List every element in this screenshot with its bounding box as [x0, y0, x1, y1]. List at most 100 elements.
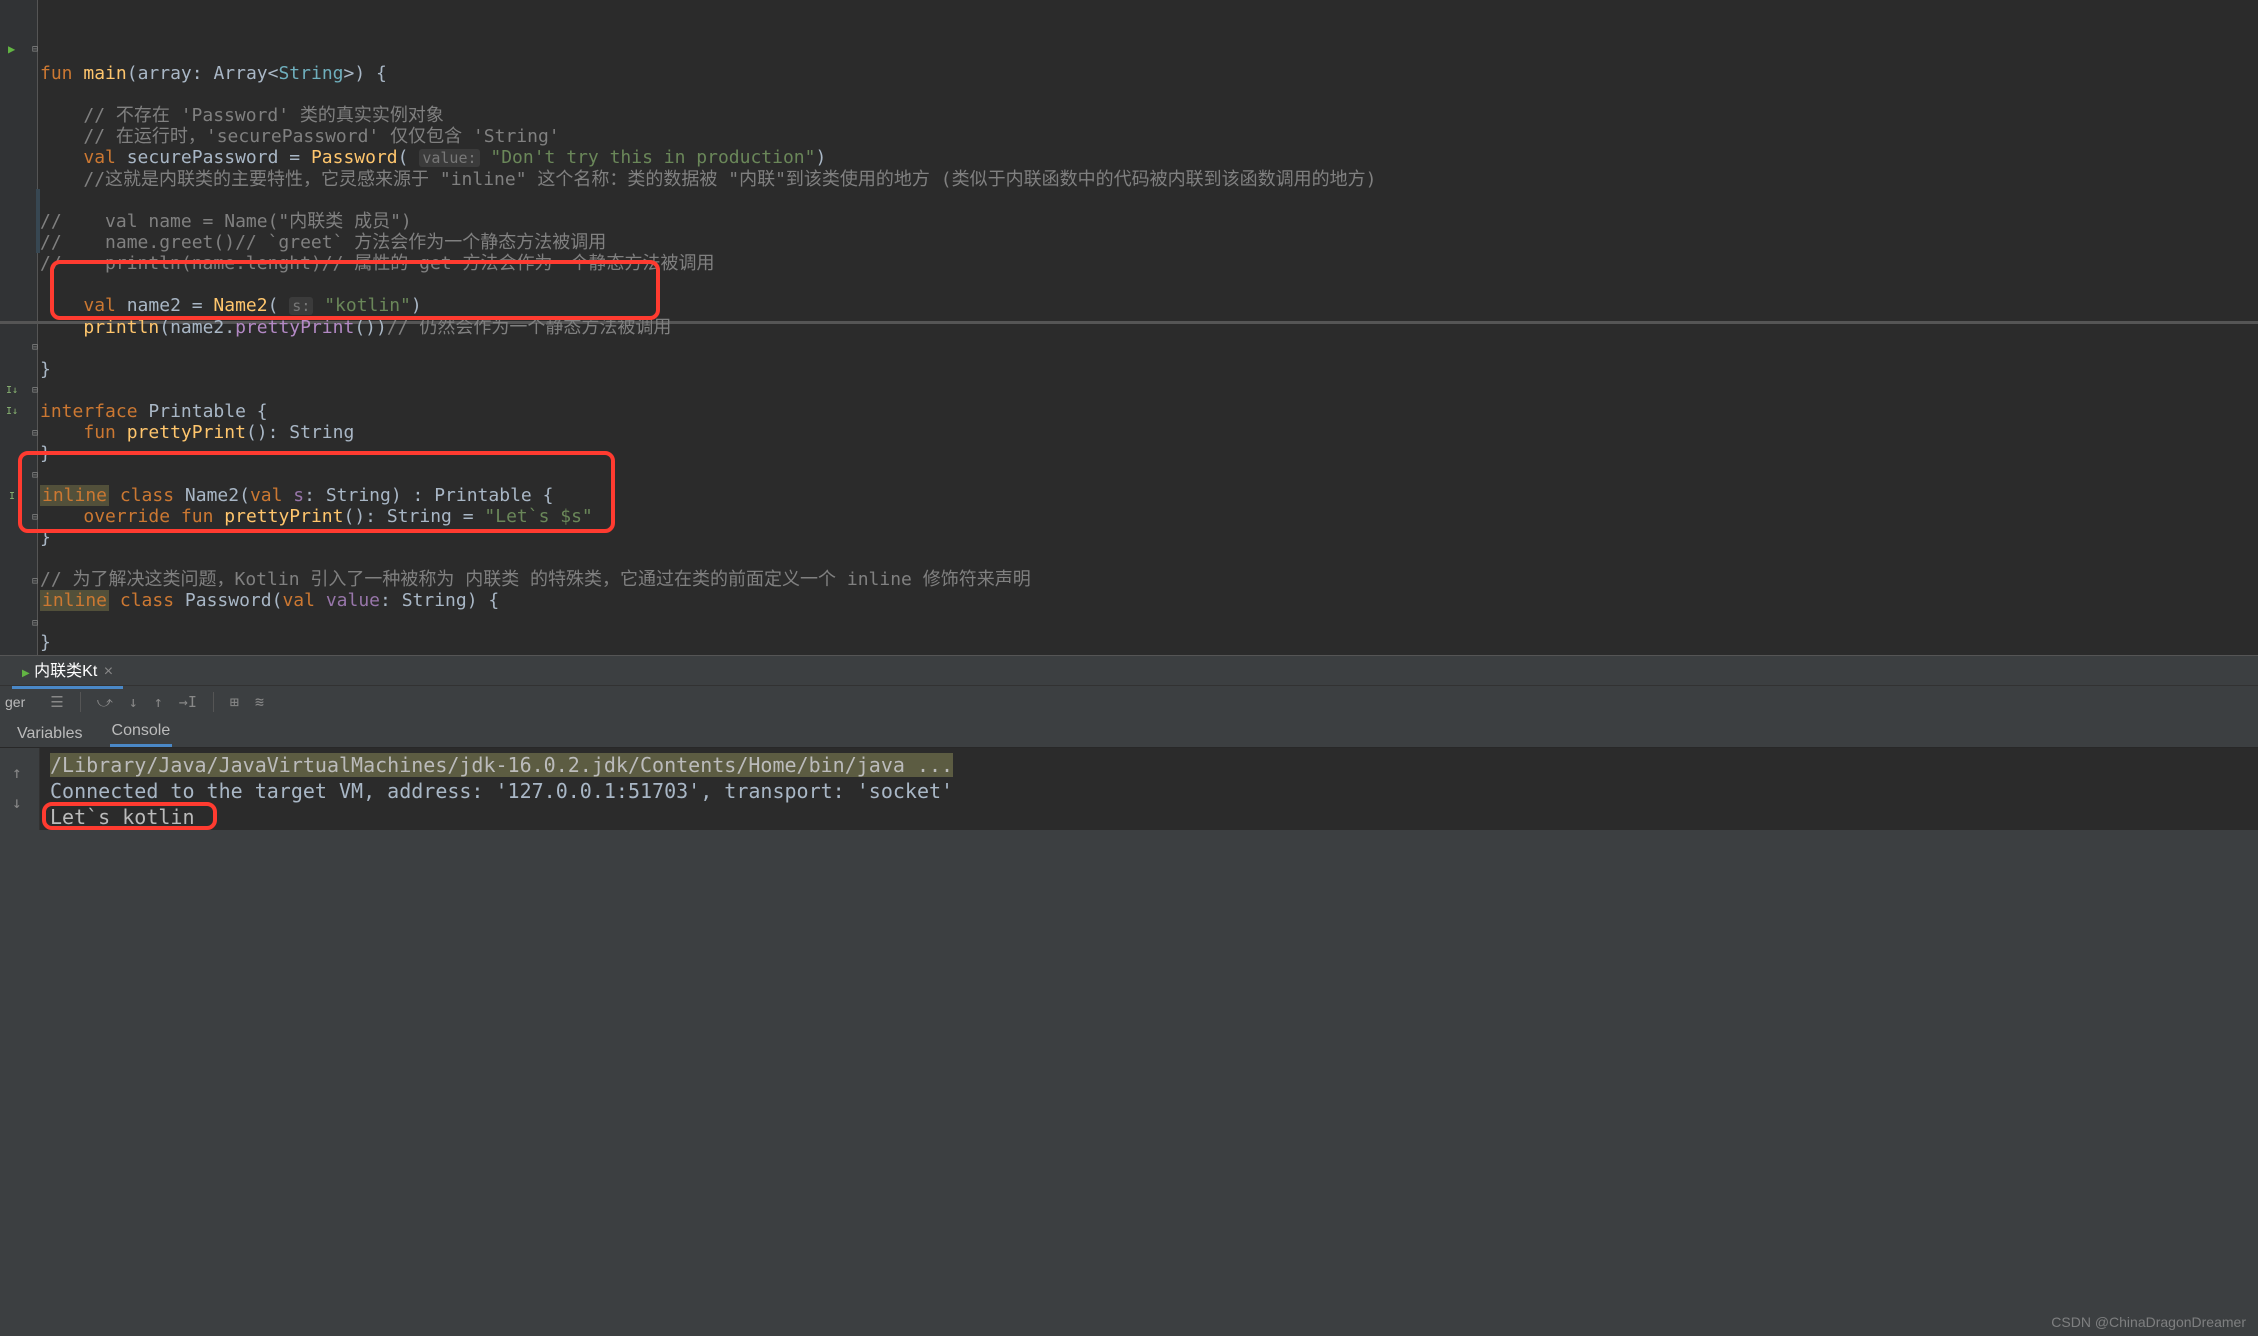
code-content[interactable]: fun main(array: Array<String>) { // 不存在 … [40, 0, 2258, 653]
brace: } [40, 527, 51, 548]
scroll-down-icon[interactable]: ↓ [12, 790, 22, 816]
toolbar-separator [213, 692, 214, 712]
scroll-up-icon[interactable]: ↑ [12, 760, 22, 786]
keyword-val: val [282, 590, 315, 611]
param-value: value [326, 590, 380, 611]
type-string: String [278, 63, 343, 84]
var-securepwd: securePassword [127, 147, 279, 168]
string-literal: "Let`s $s" [484, 506, 592, 527]
comment: // 在运行时，'securePassword' 仅仅包含 'String' [83, 126, 559, 147]
string-literal: "Don't try this in production" [490, 147, 815, 168]
param-s: s [293, 485, 304, 506]
var-name2: name2 [127, 295, 181, 316]
debug-subtabs: Variables Console [0, 718, 2258, 748]
variables-tab[interactable]: Variables [15, 721, 85, 747]
variables-tab-label: Variables [17, 725, 83, 742]
brace: { [488, 590, 499, 611]
comment: // println(name.lenght)// 属性的 get 方法会作为一… [40, 253, 714, 274]
debug-tabs-row: ▶ 内联类Kt × [0, 656, 2258, 686]
fold-end-icon[interactable]: ⊟ [32, 512, 38, 523]
debug-tab-label: 内联类Kt [34, 663, 97, 680]
keyword-fun: fun [83, 422, 116, 443]
fn-name2: Name2 [213, 295, 267, 316]
comment: // 仍然会作为一个静态方法被调用 [387, 317, 672, 338]
step-into-icon[interactable]: ↓ [123, 689, 144, 715]
keyword-override: override [83, 506, 170, 527]
keyword-val: val [83, 147, 116, 168]
fn-prettyprint: prettyPrint [224, 506, 343, 527]
keyword-fun: fun [181, 506, 214, 527]
fold-end-icon[interactable]: ⊟ [32, 342, 38, 353]
close-tab-icon[interactable]: × [102, 663, 113, 680]
debug-toolbar: ger ☰ ⤻ ↓ ↑ →I ⊞ ≋ [0, 686, 2258, 718]
op-eq: = [181, 295, 214, 316]
comment: // name.greet()// `greet` 方法会作为一个静态方法被调用 [40, 232, 606, 253]
console-gutter: ↑ ↓ [0, 748, 40, 830]
comment: // 不存在 'Password' 类的真实实例对象 [83, 105, 444, 126]
fn-password: Password [311, 147, 398, 168]
implements-gutter-icon[interactable]: I↓ [6, 385, 18, 396]
fold-gutter [30, 0, 38, 655]
comment: //这就是内联类的主要特性，它灵感来源于 "inline" 这个名称：类的数据被… [83, 169, 1376, 190]
type-string: String [387, 506, 452, 527]
debugger-label: ger [5, 694, 40, 710]
keyword-val: val [250, 485, 283, 506]
var-ref: name2 [170, 317, 224, 338]
comment: // val name = Name("内联类 成员") [40, 211, 412, 232]
console-cmd-line: /Library/Java/JavaVirtualMachines/jdk-16… [50, 753, 953, 777]
fold-minus-icon[interactable]: ⊟ [32, 44, 38, 55]
threads-icon[interactable]: ☰ [44, 689, 69, 715]
type-array: Array [213, 63, 267, 84]
run-gutter-icon[interactable]: ▶ [8, 42, 15, 56]
console-output[interactable]: ↑ ↓ /Library/Java/JavaVirtualMachines/jd… [0, 748, 2258, 830]
step-over-icon[interactable]: ⤻ [91, 689, 119, 715]
console-tab[interactable]: Console [110, 718, 173, 747]
brace: { [257, 401, 268, 422]
brace: { [376, 63, 387, 84]
watermark: CSDN @ChinaDragonDreamer [2051, 1314, 2246, 1330]
keyword-inline: inline [40, 590, 109, 611]
console-status-line: Connected to the target VM, address: '12… [50, 778, 2258, 804]
brace: } [40, 443, 51, 464]
run-to-cursor-icon[interactable]: →I [173, 689, 203, 715]
run-icon: ▶ [22, 668, 30, 679]
console-tab-label: Console [112, 722, 171, 739]
trace-icon[interactable]: ≋ [249, 689, 270, 715]
keyword-fun: fun [40, 63, 73, 84]
type-string: String [326, 485, 391, 506]
fold-minus-icon[interactable]: ⊟ [32, 576, 38, 587]
brace: } [40, 632, 51, 653]
fold-end-icon[interactable]: ⊟ [32, 428, 38, 439]
comment: // 为了解决这类问题，Kotlin 引入了一种被称为 内联类 的特殊类，它通过… [40, 569, 1031, 590]
debug-panel: ▶ 内联类Kt × ger ☰ ⤻ ↓ ↑ →I ⊞ ≋ Variables C… [0, 655, 2258, 1336]
class-password: Password [185, 590, 272, 611]
keyword-inline: inline [40, 485, 109, 506]
evaluate-icon[interactable]: ⊞ [224, 689, 245, 715]
toolbar-separator [80, 692, 81, 712]
keyword-interface: interface [40, 401, 138, 422]
code-editor[interactable]: ▶ ⊟ ⊟ ⊟ ⊟ ⊟ ⊟ ⊟ ⊟ I↓ I↓ I fun main(array… [0, 0, 2258, 655]
inheritance: : Printable { [402, 485, 554, 506]
method-call: prettyPrint [235, 317, 354, 338]
string-literal: "kotlin" [324, 295, 411, 316]
brace: } [40, 359, 51, 380]
fold-minus-icon[interactable]: ⊟ [32, 385, 38, 396]
fn-main: main [83, 63, 126, 84]
fold-end-icon[interactable]: ⊟ [32, 618, 38, 629]
param-hint: value: [419, 149, 479, 167]
override-gutter-icon[interactable]: I [9, 491, 15, 502]
keyword-class: class [120, 485, 174, 506]
keyword-class: class [120, 590, 174, 611]
debug-run-tab[interactable]: ▶ 内联类Kt × [12, 652, 123, 689]
step-out-icon[interactable]: ↑ [148, 689, 169, 715]
type-string: String [402, 590, 467, 611]
keyword-val: val [83, 295, 116, 316]
console-stdout: Let`s kotlin [50, 804, 2258, 830]
param-array: array [138, 63, 192, 84]
fn-prettyprint: prettyPrint [127, 422, 246, 443]
param-hint: s: [289, 297, 313, 315]
type-string: String [289, 422, 354, 443]
class-name2: Name2 [185, 485, 239, 506]
fold-minus-icon[interactable]: ⊟ [32, 470, 38, 481]
implements-gutter-icon[interactable]: I↓ [6, 406, 18, 417]
